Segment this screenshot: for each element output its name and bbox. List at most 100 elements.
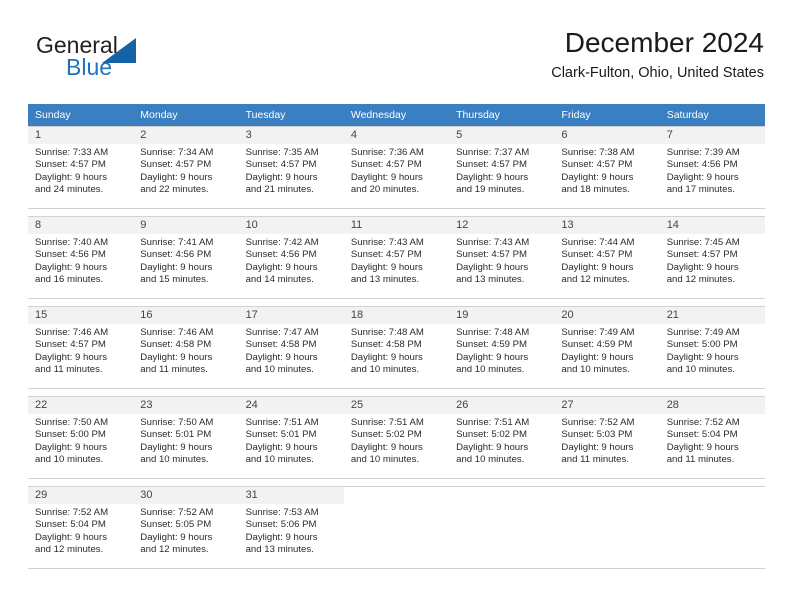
day-cell-23[interactable]: 23 Sunrise: 7:50 AM Sunset: 5:01 PM Dayligh… [133,396,239,479]
daylight-text-line2: and 21 minutes. [245,184,314,196]
daylight-text-line2: and 11 minutes. [35,364,103,376]
calendar-day-cell: 10 Sunrise: 7:42 AM Sunset: 4:56 PM Dayligh… [238,216,344,299]
sunrise-text: Sunrise: 7:44 AM [561,237,635,248]
calendar-day-cell: 19 Sunrise: 7:48 AM Sunset: 4:59 PM Dayligh… [449,306,555,389]
day-cell-10[interactable]: 10 Sunrise: 7:42 AM Sunset: 4:56 PM Dayligh… [238,216,344,299]
calendar-day-cell: 14 Sunrise: 7:45 AM Sunset: 4:57 PM Dayligh… [659,216,765,299]
day-cell-12[interactable]: 12 Sunrise: 7:43 AM Sunset: 4:57 PM Dayligh… [449,216,555,299]
day-details: Sunrise: 7:42 AM Sunset: 4:56 PM Daylight:… [239,234,344,287]
day-number: 26 [449,397,555,414]
week-row-spacer-cell [28,299,133,306]
day-cell-20[interactable]: 20 Sunrise: 7:49 AM Sunset: 4:59 PM Dayligh… [554,306,660,389]
day-number: 14 [659,217,765,234]
day-cell-29[interactable]: 29 Sunrise: 7:52 AM Sunset: 5:04 PM Dayligh… [28,486,134,569]
daylight-text-line1: Daylight: 9 hours [140,441,213,453]
day-cell-6[interactable]: 6 Sunrise: 7:38 AM Sunset: 4:57 PM Daylight… [554,126,660,209]
day-cell-8[interactable]: 8 Sunrise: 7:40 AM Sunset: 4:56 PM Daylight… [28,216,134,299]
day-number: 8 [28,217,134,234]
day-cell-4[interactable]: 4 Sunrise: 7:36 AM Sunset: 4:57 PM Daylight… [343,126,450,209]
day-number [660,487,765,504]
daylight-text-line2: and 20 minutes. [350,184,420,196]
day-number: 3 [238,127,344,144]
day-number: 9 [133,217,239,234]
day-cell-28[interactable]: 28 Sunrise: 7:52 AM Sunset: 5:04 PM Dayligh… [659,396,765,479]
day-details: Sunrise: 7:51 AM Sunset: 5:02 PM Daylight:… [344,414,449,467]
day-cell-27[interactable]: 27 Sunrise: 7:52 AM Sunset: 5:03 PM Dayligh… [554,396,660,479]
day-cell-9[interactable]: 9 Sunrise: 7:41 AM Sunset: 4:56 PM Daylight… [133,216,239,299]
day-cell-14[interactable]: 14 Sunrise: 7:45 AM Sunset: 4:57 PM Dayligh… [659,216,765,299]
day-number: 12 [449,217,555,234]
daylight-text-line1: Daylight: 9 hours [35,351,107,363]
day-number: 6 [554,127,660,144]
day-details: Sunrise: 7:50 AM Sunset: 5:01 PM Daylight:… [133,414,238,467]
general-blue-logo[interactable]: General Blue [36,32,216,92]
sunrise-text: Sunrise: 7:52 AM [666,417,740,428]
daylight-text-line2: and 10 minutes. [245,364,314,376]
calendar-day-cell: 16 Sunrise: 7:46 AM Sunset: 4:58 PM Dayligh… [133,306,239,389]
day-cell-22[interactable]: 22 Sunrise: 7:50 AM Sunset: 5:00 PM Dayligh… [28,396,134,479]
day-number: 18 [343,307,450,324]
calendar-day-cell: 13 Sunrise: 7:44 AM Sunset: 4:57 PM Dayligh… [554,216,660,299]
daylight-text-line2: and 16 minutes. [35,274,104,286]
day-cell-7[interactable]: 7 Sunrise: 7:39 AM Sunset: 4:56 PM Daylight… [659,126,765,209]
week-row-spacer-cell [344,299,449,306]
day-number [344,487,449,504]
daylight-text-line2: and 12 minutes. [35,544,104,556]
daylight-text-line2: and 10 minutes. [140,454,209,466]
day-cell-1[interactable]: 1 Sunrise: 7:33 AM Sunset: 4:57 PM Daylight… [28,126,134,209]
day-cell-16[interactable]: 16 Sunrise: 7:46 AM Sunset: 4:58 PM Dayligh… [133,306,239,389]
daylight-text-line1: Daylight: 9 hours [666,441,739,453]
day-cell-21[interactable]: 21 Sunrise: 7:49 AM Sunset: 5:00 PM Dayligh… [659,306,765,389]
sunset-text: Sunset: 4:58 PM [245,339,317,351]
day-cell-25[interactable]: 25 Sunrise: 7:51 AM Sunset: 5:02 PM Dayligh… [343,396,450,479]
weekday-header-tuesday: Tuesday [238,104,344,126]
day-cell-13[interactable]: 13 Sunrise: 7:44 AM Sunset: 4:57 PM Dayligh… [554,216,660,299]
weekday-header-thursday: Thursday [449,104,555,126]
day-number: 19 [449,307,555,324]
day-cell-24[interactable]: 24 Sunrise: 7:51 AM Sunset: 5:01 PM Dayligh… [238,396,344,479]
day-cell-15[interactable]: 15 Sunrise: 7:46 AM Sunset: 4:57 PM Dayligh… [28,306,134,389]
daylight-text-line1: Daylight: 9 hours [140,261,213,273]
calendar-day-cell: 18 Sunrise: 7:48 AM Sunset: 4:58 PM Dayligh… [343,306,450,389]
day-cell-5[interactable]: 5 Sunrise: 7:37 AM Sunset: 4:57 PM Daylight… [449,126,555,209]
day-cell-11[interactable]: 11 Sunrise: 7:43 AM Sunset: 4:57 PM Dayligh… [343,216,450,299]
sunset-text: Sunset: 5:00 PM [35,429,106,441]
calendar-page: General Blue December 2024 Clark-Fulton,… [0,0,792,612]
day-number: 28 [659,397,765,414]
week-row-spacer-cell [660,389,765,396]
week-row-spacer-cell [28,479,133,486]
daylight-text-line2: and 13 minutes. [456,274,525,286]
day-number: 17 [238,307,344,324]
calendar-day-cell [554,486,660,569]
day-number: 11 [343,217,450,234]
sunrise-text: Sunrise: 7:45 AM [666,237,740,248]
day-cell-2[interactable]: 2 Sunrise: 7:34 AM Sunset: 4:57 PM Daylight… [133,126,239,209]
calendar-week-row: 22 Sunrise: 7:50 AM Sunset: 5:00 PM Dayligh… [28,396,765,479]
day-cell-18[interactable]: 18 Sunrise: 7:48 AM Sunset: 4:58 PM Dayligh… [343,306,450,389]
daylight-text-line1: Daylight: 9 hours [140,351,213,363]
day-details: Sunrise: 7:45 AM Sunset: 4:57 PM Daylight:… [660,234,765,287]
day-cell-19[interactable]: 19 Sunrise: 7:48 AM Sunset: 4:59 PM Dayligh… [449,306,555,389]
day-details: Sunrise: 7:39 AM Sunset: 4:56 PM Daylight:… [660,144,765,197]
sunrise-text: Sunrise: 7:49 AM [666,327,740,338]
day-cell-3[interactable]: 3 Sunrise: 7:35 AM Sunset: 4:57 PM Daylight… [238,126,344,209]
daylight-text-line2: and 14 minutes. [245,274,314,286]
calendar-table: Sunday Monday Tuesday Wednesday Thursday… [28,104,765,569]
daylight-text-line1: Daylight: 9 hours [35,261,107,273]
calendar-day-cell [659,486,765,569]
daylight-text-line1: Daylight: 9 hours [245,261,318,273]
day-number: 10 [238,217,344,234]
calendar-day-cell: 21 Sunrise: 7:49 AM Sunset: 5:00 PM Dayligh… [659,306,765,389]
sunset-text: Sunset: 5:05 PM [140,519,212,531]
daylight-text-line1: Daylight: 9 hours [350,441,423,453]
week-row-spacer-cell [133,299,238,306]
day-number: 16 [133,307,239,324]
day-cell-17[interactable]: 17 Sunrise: 7:47 AM Sunset: 4:58 PM Dayligh… [238,306,344,389]
day-cell-26[interactable]: 26 Sunrise: 7:51 AM Sunset: 5:02 PM Dayligh… [449,396,555,479]
daylight-text-line2: and 11 minutes. [140,364,208,376]
daylight-text-line2: and 10 minutes. [456,454,525,466]
day-cell-31[interactable]: 31 Sunrise: 7:53 AM Sunset: 5:06 PM Dayligh… [238,486,344,569]
daylight-text-line2: and 10 minutes. [456,364,525,376]
calendar-day-cell: 24 Sunrise: 7:51 AM Sunset: 5:01 PM Dayligh… [238,396,344,479]
day-cell-30[interactable]: 30 Sunrise: 7:52 AM Sunset: 5:05 PM Dayligh… [133,486,239,569]
